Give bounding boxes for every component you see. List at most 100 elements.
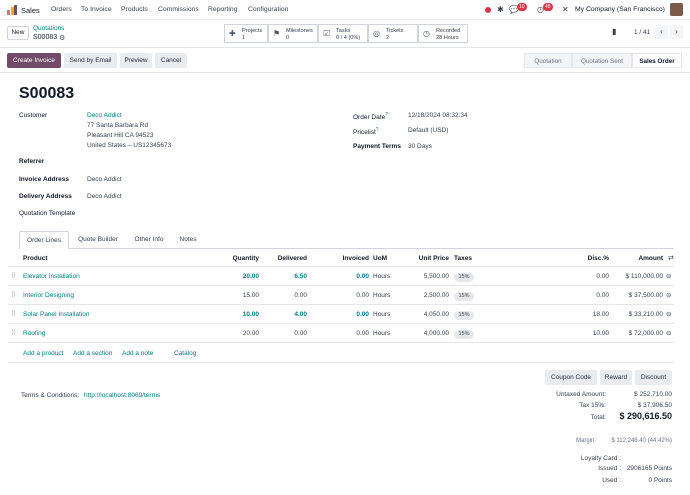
col-delivered[interactable]: Delivered [270, 255, 307, 262]
row-delivered[interactable]: 0.00 [270, 292, 307, 299]
row-tax-badge[interactable]: 15% [454, 292, 474, 301]
row-divider [8, 323, 674, 324]
smart-value: 28 Hours [436, 35, 459, 41]
breadcrumb-current: S00083 [33, 34, 58, 41]
company-name[interactable]: My Company (San Francisco) [575, 6, 665, 13]
smart-button-projects[interactable]: ✚ Projects 1 [224, 24, 268, 43]
tab-order-lines[interactable]: Order Lines [19, 231, 69, 249]
row-uom[interactable]: Hours [373, 292, 390, 299]
column-settings-icon[interactable]: ⇄ [668, 254, 674, 262]
row-unit-price[interactable]: 2,500.00 [410, 292, 449, 299]
row-quantity[interactable]: 10.00 [226, 311, 259, 318]
col-amount[interactable]: Amount [628, 255, 663, 262]
reward-button[interactable]: Reward [600, 370, 632, 385]
drag-handle-icon[interactable]: ⠿ [11, 272, 16, 280]
delivery-address-field[interactable]: Deco Addict [87, 193, 122, 200]
col-product[interactable]: Product [23, 255, 48, 262]
tab-notes[interactable]: Notes [171, 231, 205, 249]
add-note-link[interactable]: Add a note [122, 350, 153, 357]
menu-reporting[interactable]: Reporting [208, 6, 237, 13]
status-quotation[interactable]: Quotation [524, 53, 572, 68]
lock-icon[interactable]: ⊖ [666, 329, 671, 337]
row-uom[interactable]: Hours [373, 330, 390, 337]
row-discount[interactable]: 0.00 [580, 273, 609, 280]
row-tax-badge[interactable]: 15% [454, 330, 474, 339]
row-quantity[interactable]: 15.00 [226, 292, 259, 299]
terms-link[interactable]: http://localhost:8069/terms [84, 392, 160, 399]
pricelist-field[interactable]: Default (USD) [408, 127, 448, 134]
coupon-code-button[interactable]: Coupon Code [545, 370, 597, 385]
order-date-field[interactable]: 12/18/2024 08:32:34 [408, 112, 468, 119]
row-unit-price[interactable]: 5,500.00 [410, 273, 449, 280]
tab-other-info[interactable]: Other Info [127, 231, 171, 249]
lock-icon[interactable]: ⊖ [666, 310, 671, 318]
customer-field[interactable]: Deco Addict [87, 112, 122, 119]
preview-button[interactable]: Preview [120, 53, 152, 68]
row-tax-badge[interactable]: 15% [454, 273, 474, 282]
discount-button[interactable]: Discount [635, 370, 672, 385]
row-product[interactable]: Elevator Installation [23, 273, 80, 280]
smart-button-tasks[interactable]: ☑ Tasks 0 / 4 (0%) [318, 24, 368, 43]
invoice-address-field[interactable]: Deco Addict [87, 176, 122, 183]
row-product[interactable]: Interior Designing [23, 292, 74, 299]
bug-icon[interactable]: ✱ [497, 5, 504, 14]
company-switch-icon[interactable]: ✕ [562, 5, 569, 14]
row-uom[interactable]: Hours [373, 311, 390, 318]
row-tax-badge[interactable]: 15% [454, 311, 474, 320]
col-invoiced[interactable]: Invoiced [335, 255, 369, 262]
status-quotation-sent[interactable]: Quotation Sent [572, 53, 632, 68]
row-discount[interactable]: 10.00 [580, 330, 609, 337]
col-uom[interactable]: UoM [373, 255, 387, 262]
sales-app-icon[interactable] [7, 5, 17, 15]
add-section-link[interactable]: Add a section [73, 350, 112, 357]
avatar[interactable] [670, 3, 683, 16]
row-product[interactable]: Solar Panel Installation [23, 311, 90, 318]
row-delivered[interactable]: 0.00 [270, 330, 307, 337]
row-discount[interactable]: 18.00 [580, 311, 609, 318]
app-name[interactable]: Sales [21, 6, 40, 15]
previous-record-button[interactable]: ‹ [655, 25, 668, 39]
breadcrumb-quotations[interactable]: Quotations [33, 25, 64, 32]
smart-button-milestones[interactable]: ⚑ Milestones 0 [268, 24, 318, 43]
row-product[interactable]: Roofing [23, 330, 45, 337]
row-uom[interactable]: Hours [373, 273, 390, 280]
lock-icon[interactable]: ⊖ [666, 291, 671, 299]
menu-commissions[interactable]: Commissions [158, 6, 199, 13]
row-unit-price[interactable]: 4,000.00 [410, 330, 449, 337]
row-delivered[interactable]: 6.50 [270, 273, 307, 280]
new-button[interactable]: New [7, 26, 29, 40]
drag-handle-icon[interactable]: ⠿ [11, 291, 16, 299]
header-divider [8, 266, 674, 267]
menu-products[interactable]: Products [121, 6, 148, 13]
next-record-button[interactable]: › [670, 25, 683, 39]
row-quantity[interactable]: 20.00 [226, 330, 259, 337]
smart-button-tickets[interactable]: ◎ Tickets 2 [368, 24, 418, 43]
lock-icon[interactable]: ⊖ [666, 272, 671, 280]
catalog-link[interactable]: Catalog [174, 350, 196, 357]
status-sales-order[interactable]: Sales Order [632, 53, 682, 68]
smart-button-recorded[interactable]: ◷ Recorded 28 Hours [418, 24, 468, 43]
col-quantity[interactable]: Quantity [226, 255, 259, 262]
send-by-email-button[interactable]: Send by Email [64, 53, 117, 68]
row-delivered[interactable]: 4.00 [270, 311, 307, 318]
add-product-link[interactable]: Add a product [23, 350, 63, 357]
cancel-button[interactable]: Cancel [155, 53, 187, 68]
drag-handle-icon[interactable]: ⠿ [11, 329, 16, 337]
tab-quote-builder[interactable]: Quote Builder [71, 231, 125, 249]
row-discount[interactable]: 0.00 [580, 292, 609, 299]
col-taxes[interactable]: Taxes [454, 255, 472, 262]
menu-configuration[interactable]: Configuration [248, 6, 288, 13]
col-unit-price[interactable]: Unit Price [410, 255, 449, 262]
menu-orders[interactable]: Orders [51, 6, 72, 13]
mobile-icon[interactable]: ▮ [612, 27, 616, 36]
status-dot-icon[interactable] [485, 7, 491, 13]
drag-handle-icon[interactable]: ⠿ [11, 310, 16, 318]
row-quantity[interactable]: 20.00 [226, 273, 259, 280]
menu-to-invoice[interactable]: To Invoice [81, 6, 112, 13]
row-unit-price[interactable]: 4,050.00 [410, 311, 449, 318]
col-discount[interactable]: Disc.% [580, 255, 609, 262]
payment-terms-field[interactable]: 30 Days [408, 143, 432, 150]
create-invoice-button[interactable]: Create Invoice [7, 53, 61, 68]
pager-value[interactable]: 1 / 41 [634, 29, 650, 36]
gear-icon[interactable]: ⚙ [59, 34, 65, 42]
